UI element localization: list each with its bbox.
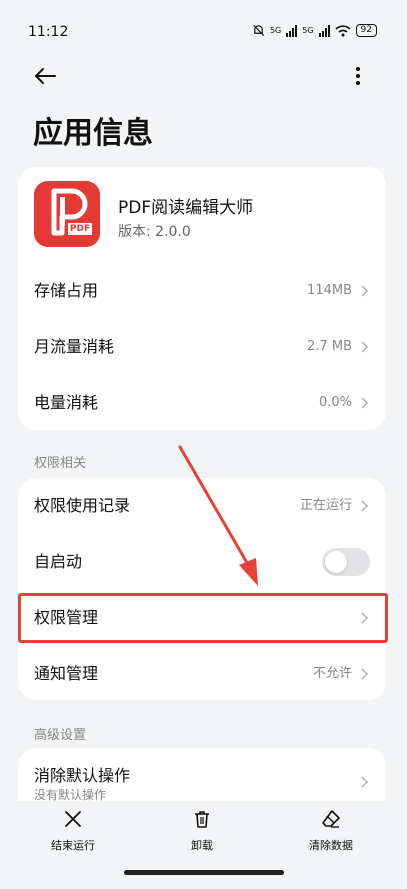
advanced-section-label: 高级设置 [34,728,87,743]
stop-label: 结束运行 [51,839,95,852]
notification-manage-row[interactable]: 通知管理 不允许 [18,646,386,702]
more-vertical-icon [356,67,360,85]
signal-icon [286,24,298,37]
status-bar: 11:12 5G 5G 92 [0,0,407,50]
chevron-right-icon [361,776,369,788]
close-x-icon [65,811,81,827]
battery-usage-value: 0.0% [318,395,352,410]
autostart-row: 自启动 [18,534,386,590]
highlight-box [18,593,388,643]
wifi-icon [334,24,351,36]
page-title: 应用信息 [33,116,153,151]
storage-label: 存储占用 [34,281,99,300]
clear-data-label: 清除数据 [309,839,353,852]
app-name: PDF阅读编辑大师 [118,198,254,218]
permission-record-row[interactable]: 权限使用记录 正在运行 [18,478,386,534]
home-indicator[interactable] [124,870,284,875]
data-usage-value: 2.7 MB [307,339,352,354]
autostart-label: 自启动 [34,552,83,571]
storage-row[interactable]: 存储占用 114MB [18,263,386,319]
battery-icon: 92 [355,24,377,37]
uninstall-button[interactable]: 卸载 [157,809,247,853]
stop-button[interactable]: 结束运行 [28,809,118,853]
toggle-knob [325,551,347,573]
app-icon: PDF [34,181,100,247]
top-bar [0,55,407,95]
battery-usage-row[interactable]: 电量消耗 0.0% [18,375,386,431]
permission-record-value: 正在运行 [299,498,352,513]
clear-data-button[interactable]: 清除数据 [286,809,376,853]
status-icons: 5G 5G 92 [252,24,377,37]
network-type-2: 5G [302,26,314,35]
signal-icon-2 [318,24,330,37]
uninstall-label: 卸载 [191,839,213,852]
data-usage-label: 月流量消耗 [34,337,115,356]
chevron-right-icon [361,397,369,409]
app-info-card: PDF PDF阅读编辑大师 版本: 2.0.0 存储占用 114MB 月流量消耗… [18,167,386,430]
app-icon-text: PDF [69,224,91,234]
chevron-right-icon [361,285,369,297]
chevron-right-icon [361,500,369,512]
network-type-1: 5G [269,26,282,35]
clear-default-label: 消除默认操作 [34,766,131,785]
battery-usage-label: 电量消耗 [34,393,99,412]
trash-icon [195,811,209,828]
back-arrow-icon [35,68,56,84]
chevron-right-icon [361,341,369,353]
chevron-right-icon [361,668,369,680]
mute-bell-icon [253,24,264,37]
back-button[interactable] [30,61,60,91]
more-button[interactable] [344,61,372,91]
autostart-toggle[interactable] [322,548,370,576]
permissions-card: 权限使用记录 正在运行 自启动 权限管理 通知管理 不允许 [18,478,386,700]
data-usage-row[interactable]: 月流量消耗 2.7 MB [18,319,386,375]
notification-manage-label: 通知管理 [34,664,99,683]
eraser-icon [322,810,340,828]
permission-record-label: 权限使用记录 [34,496,131,515]
notification-manage-value: 不允许 [312,666,352,681]
pdf-pen-icon [34,181,100,247]
storage-value: 114MB [307,283,352,298]
bottom-action-bar: 结束运行 卸载 清除数据 [0,801,407,889]
app-version: 版本: 2.0.0 [118,224,191,240]
status-time: 11:12 [28,24,69,40]
permissions-section-label: 权限相关 [34,456,87,471]
